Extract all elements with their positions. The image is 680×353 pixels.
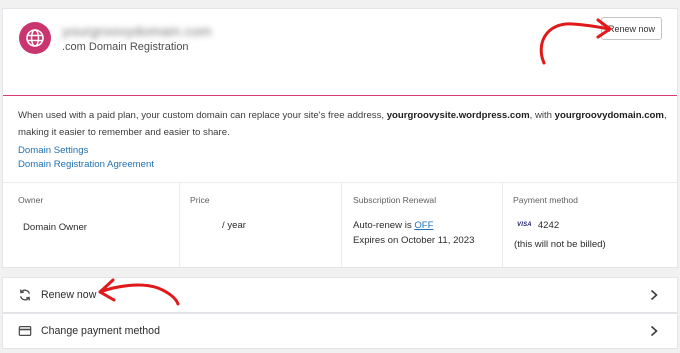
renew-now-action[interactable]: Renew now (2, 277, 678, 313)
price-column: Price / year (179, 183, 342, 267)
payment-card: VISA 4242 (517, 220, 559, 231)
renew-now-button[interactable]: Renew now (600, 17, 662, 40)
expiration-date: Expires on October 11, 2023 (353, 235, 475, 246)
price-label: Price (190, 195, 210, 205)
payment-note: (this will not be billed) (514, 239, 606, 250)
domain-name: yourgroovydomain.com (62, 23, 212, 39)
price-value: / year (222, 220, 246, 231)
domain-settings-link[interactable]: Domain Settings (18, 145, 88, 156)
change-payment-method-action[interactable]: Change payment method (2, 313, 678, 349)
domain-registration-label: .com Domain Registration (62, 41, 189, 53)
renew-now-label: Renew now (41, 289, 97, 301)
domain-header: yourgroovydomain.com .com Domain Registr… (3, 9, 677, 95)
owner-label: Owner (18, 195, 44, 205)
renewal-column: Subscription Renewal Auto-renew is OFF E… (341, 183, 503, 267)
auto-renew-text: Auto-renew is (353, 220, 415, 231)
custom-domain: yourgroovydomain.com (554, 110, 664, 121)
visa-icon: VISA (517, 222, 532, 229)
card-last4: 4242 (537, 220, 560, 231)
auto-renew-status: Auto-renew is OFF (353, 220, 434, 231)
owner-value: Domain Owner (23, 222, 87, 233)
domain-description: When used with a paid plan, your custom … (18, 107, 668, 141)
owner-column: Owner Domain Owner (3, 183, 179, 267)
credit-card-icon (18, 326, 32, 336)
auto-renew-toggle-link[interactable]: OFF (414, 220, 433, 231)
payment-label: Payment method (513, 195, 578, 205)
change-payment-method-label: Change payment method (41, 325, 160, 337)
chevron-right-icon (650, 289, 658, 301)
chevron-right-icon (650, 325, 658, 337)
renewal-label: Subscription Renewal (353, 195, 437, 205)
description-text: When used with a paid plan, your custom … (18, 110, 387, 121)
header-divider (3, 95, 677, 96)
site-address: yourgroovysite.wordpress.com (386, 110, 530, 121)
description-text: , with (529, 110, 555, 121)
domain-card: yourgroovydomain.com .com Domain Registr… (2, 8, 678, 268)
globe-icon (19, 22, 51, 54)
sync-icon (19, 289, 31, 301)
domain-registration-agreement-link[interactable]: Domain Registration Agreement (18, 159, 154, 170)
payment-column: Payment method VISA 4242 (this will not b… (502, 183, 678, 267)
